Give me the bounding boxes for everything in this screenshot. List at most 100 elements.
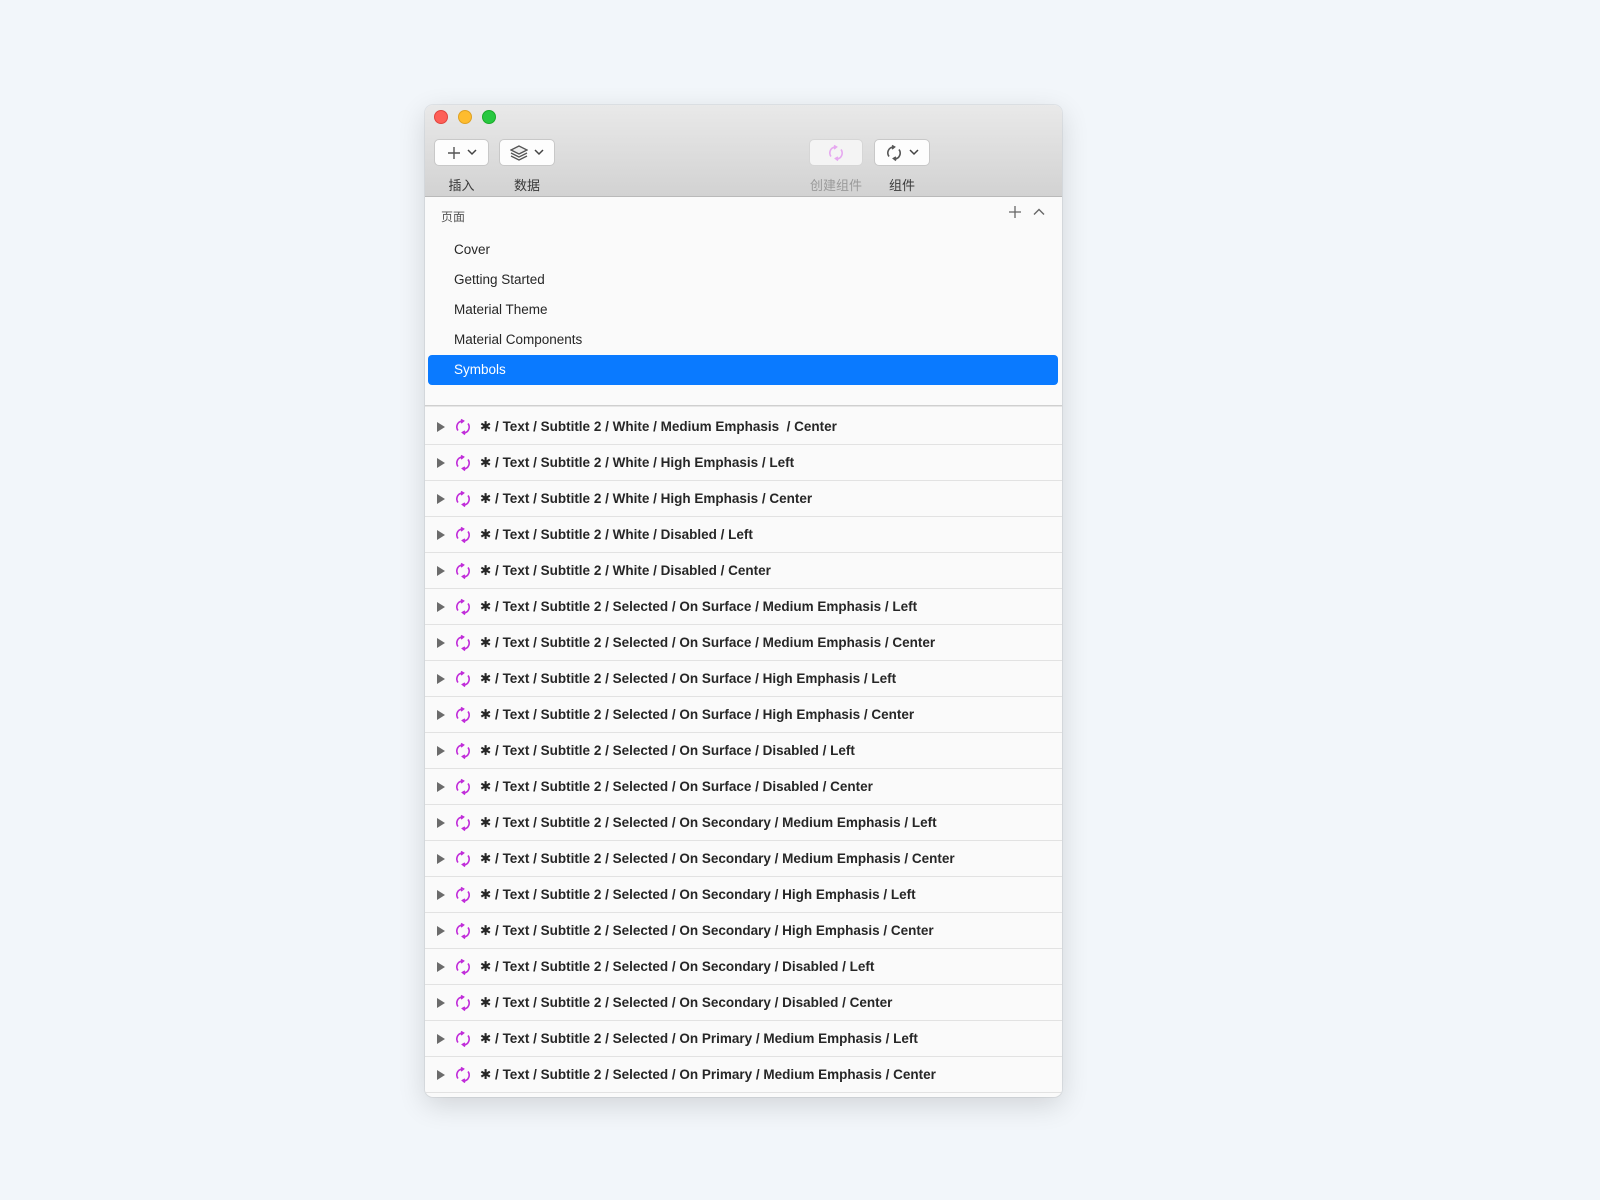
layer-row[interactable]: ✱ / Text / Subtitle 2 / White / Disabled…: [425, 517, 1062, 553]
layer-row[interactable]: ✱ / Text / Subtitle 2 / White / Disabled…: [425, 553, 1062, 589]
layer-name: ✱ / Text / Subtitle 2 / Selected / On Su…: [480, 706, 915, 722]
layer-row[interactable]: ✱ / Text / Subtitle 2 / Selected / On Se…: [425, 877, 1062, 913]
page-item-symbols[interactable]: Symbols: [428, 355, 1058, 385]
disclosure-triangle-icon[interactable]: [437, 817, 445, 828]
disclosure-triangle-icon[interactable]: [437, 601, 445, 612]
symbols-label: 组件: [888, 178, 915, 193]
symbols-button[interactable]: [874, 139, 930, 166]
page-item-material-theme[interactable]: Material Theme: [428, 295, 1058, 325]
layer-name: ✱ / Text / Subtitle 2 / White / High Emp…: [480, 490, 813, 506]
app-window: 插入 数据 创建组件 组件 页面 Cover Getting Started M…: [425, 105, 1062, 1097]
chevron-down-icon: [909, 149, 919, 156]
layer-name: ✱ / Text / Subtitle 2 / Selected / On Su…: [480, 598, 918, 614]
layer-row[interactable]: ✱ / Text / Subtitle 2 / Selected / On Su…: [425, 697, 1062, 733]
symbol-sync-icon: [456, 634, 470, 651]
layer-list: ✱ / Text / Subtitle 2 / White / Medium E…: [425, 409, 1062, 1093]
symbol-sync-icon: [456, 670, 470, 687]
disclosure-triangle-icon[interactable]: [437, 745, 445, 756]
layer-row[interactable]: ✱ / Text / Subtitle 2 / Selected / On Se…: [425, 805, 1062, 841]
chevron-down-icon: [466, 149, 477, 156]
disclosure-triangle-icon[interactable]: [437, 457, 445, 468]
disclosure-triangle-icon[interactable]: [437, 673, 445, 684]
panel-divider: [425, 405, 1062, 407]
layer-row[interactable]: ✱ / Text / Subtitle 2 / White / High Emp…: [425, 481, 1062, 517]
layer-row[interactable]: ✱ / Text / Subtitle 2 / Selected / On Su…: [425, 661, 1062, 697]
layer-row[interactable]: ✱ / Text / Subtitle 2 / White / Medium E…: [425, 409, 1062, 445]
layer-row[interactable]: ✱ / Text / Subtitle 2 / Selected / On Se…: [425, 841, 1062, 877]
pages-actions: [1008, 205, 1046, 219]
layer-name: ✱ / Text / Subtitle 2 / Selected / On Se…: [480, 814, 937, 830]
layer-name: ✱ / Text / Subtitle 2 / White / Medium E…: [480, 418, 837, 434]
add-page-icon[interactable]: [1008, 205, 1022, 219]
layer-name: ✱ / Text / Subtitle 2 / White / Disabled…: [480, 526, 753, 542]
disclosure-triangle-icon[interactable]: [437, 961, 445, 972]
disclosure-triangle-icon[interactable]: [437, 925, 445, 936]
symbol-sync-icon: [456, 1030, 470, 1047]
layer-name: ✱ / Text / Subtitle 2 / Selected / On Su…: [480, 778, 873, 794]
layer-row[interactable]: ✱ / Text / Subtitle 2 / Selected / On Su…: [425, 589, 1062, 625]
symbol-sync-icon: [456, 922, 470, 939]
zoom-window-button[interactable]: [482, 110, 496, 124]
data-button[interactable]: [499, 139, 555, 166]
disclosure-triangle-icon[interactable]: [437, 709, 445, 720]
layer-row[interactable]: ✱ / Text / Subtitle 2 / White / High Emp…: [425, 445, 1062, 481]
symbol-sync-icon: [456, 958, 470, 975]
disclosure-triangle-icon[interactable]: [437, 889, 445, 900]
insert-button[interactable]: [434, 139, 489, 166]
disclosure-triangle-icon[interactable]: [437, 1033, 445, 1044]
layer-row[interactable]: ✱ / Text / Subtitle 2 / Selected / On Se…: [425, 985, 1062, 1021]
symbol-sync-icon: [456, 490, 470, 507]
layer-name: ✱ / Text / Subtitle 2 / White / Disabled…: [480, 562, 771, 578]
symbol-sync-icon: [456, 526, 470, 543]
layer-name: ✱ / Text / Subtitle 2 / Selected / On Su…: [480, 742, 855, 758]
symbol-sync-icon: [829, 144, 843, 161]
disclosure-triangle-icon[interactable]: [437, 421, 445, 432]
symbol-sync-icon: [456, 418, 470, 435]
collapse-chevron-up-icon[interactable]: [1032, 205, 1046, 219]
disclosure-triangle-icon[interactable]: [437, 1069, 445, 1080]
disclosure-triangle-icon[interactable]: [437, 637, 445, 648]
symbol-sync-icon: [456, 814, 470, 831]
layer-row[interactable]: ✱ / Text / Subtitle 2 / Selected / On Su…: [425, 733, 1062, 769]
close-window-button[interactable]: [434, 110, 448, 124]
layer-name: ✱ / Text / Subtitle 2 / Selected / On Se…: [480, 994, 893, 1010]
disclosure-triangle-icon[interactable]: [437, 781, 445, 792]
page-item-getting-started[interactable]: Getting Started: [428, 265, 1058, 295]
layers-stack-icon: [510, 144, 528, 161]
layer-row[interactable]: ✱ / Text / Subtitle 2 / Selected / On Su…: [425, 769, 1062, 805]
symbol-sync-icon: [456, 454, 470, 471]
minimize-window-button[interactable]: [458, 110, 472, 124]
layer-name: ✱ / Text / Subtitle 2 / White / High Emp…: [480, 454, 795, 470]
layer-name: ✱ / Text / Subtitle 2 / Selected / On Se…: [480, 886, 916, 902]
symbol-sync-icon: [456, 850, 470, 867]
symbol-sync-icon: [456, 994, 470, 1011]
layer-name: ✱ / Text / Subtitle 2 / Selected / On Pr…: [480, 1066, 936, 1082]
symbol-sync-icon: [456, 598, 470, 615]
layer-row[interactable]: ✱ / Text / Subtitle 2 / Selected / On Su…: [425, 625, 1062, 661]
toolbar: 插入 数据 创建组件 组件: [425, 105, 1062, 197]
disclosure-triangle-icon[interactable]: [437, 529, 445, 540]
layer-row[interactable]: ✱ / Text / Subtitle 2 / Selected / On Se…: [425, 949, 1062, 985]
create-symbol-button[interactable]: [809, 139, 863, 166]
plus-icon: [447, 146, 460, 159]
disclosure-triangle-icon[interactable]: [437, 853, 445, 864]
insert-label: 插入: [448, 178, 475, 193]
layer-name: ✱ / Text / Subtitle 2 / Selected / On Pr…: [480, 1030, 918, 1046]
chevron-down-icon: [534, 149, 544, 156]
layer-row[interactable]: ✱ / Text / Subtitle 2 / Selected / On Pr…: [425, 1021, 1062, 1057]
disclosure-triangle-icon[interactable]: [437, 997, 445, 1008]
layer-row[interactable]: ✱ / Text / Subtitle 2 / Selected / On Se…: [425, 913, 1062, 949]
layer-name: ✱ / Text / Subtitle 2 / Selected / On Se…: [480, 958, 875, 974]
disclosure-triangle-icon[interactable]: [437, 493, 445, 504]
page-item-cover[interactable]: Cover: [428, 235, 1058, 265]
disclosure-triangle-icon[interactable]: [437, 565, 445, 576]
page-item-material-components[interactable]: Material Components: [428, 325, 1058, 355]
layer-name: ✱ / Text / Subtitle 2 / Selected / On Su…: [480, 670, 897, 686]
symbol-sync-icon: [456, 886, 470, 903]
data-label: 数据: [513, 178, 540, 193]
layer-row[interactable]: ✱ / Text / Subtitle 2 / Selected / On Pr…: [425, 1057, 1062, 1093]
symbol-sync-icon: [456, 706, 470, 723]
layer-name: ✱ / Text / Subtitle 2 / Selected / On Se…: [480, 922, 934, 938]
symbol-sync-icon: [456, 778, 470, 795]
layer-name: ✱ / Text / Subtitle 2 / Selected / On Se…: [480, 850, 955, 866]
